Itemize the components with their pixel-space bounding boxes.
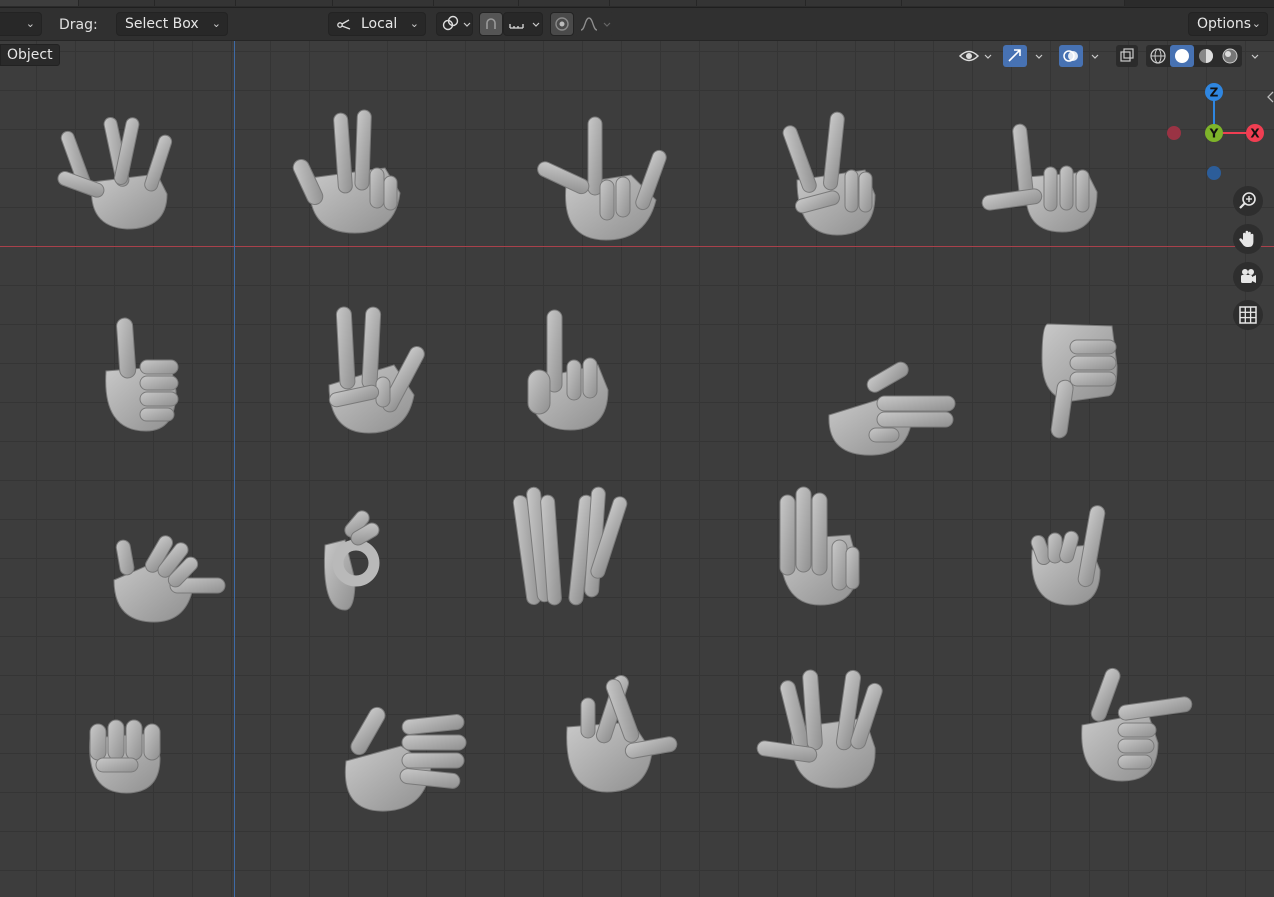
drag-select-value: Select Box xyxy=(125,16,199,32)
hand-model[interactable] xyxy=(292,108,408,238)
workspace-tab[interactable] xyxy=(236,0,333,6)
drag-label: Drag: xyxy=(59,17,98,33)
hand-model[interactable] xyxy=(776,485,861,610)
hand-pan-icon xyxy=(1239,230,1254,247)
mode-badge-label: Object xyxy=(7,47,53,63)
material-shading-icon[interactable] xyxy=(1199,49,1213,63)
hand-model[interactable] xyxy=(525,308,610,433)
hand-model[interactable] xyxy=(825,350,957,458)
workspace-tab[interactable] xyxy=(333,0,434,6)
falloff-curve-icon xyxy=(580,17,611,31)
overlay-toggle[interactable] xyxy=(1058,44,1106,68)
svg-text:X: X xyxy=(1250,127,1260,141)
chevron-down-icon[interactable] xyxy=(1251,54,1259,59)
options-label: Options xyxy=(1197,16,1252,32)
eye-icon xyxy=(958,50,992,62)
hand-model[interactable] xyxy=(1040,320,1120,440)
snap-toggle[interactable] xyxy=(479,12,503,36)
xray-toggle[interactable] xyxy=(1115,44,1139,68)
camera-view-button[interactable] xyxy=(1233,262,1263,292)
snap-increment-icon xyxy=(509,22,540,29)
hand-model[interactable] xyxy=(1028,505,1106,610)
x-axis-line xyxy=(0,246,1274,247)
workspace-tab[interactable] xyxy=(0,0,79,6)
hand-model[interactable] xyxy=(981,122,1102,237)
options-dropdown[interactable]: Options ⌄ xyxy=(1188,12,1268,36)
hand-model[interactable] xyxy=(512,485,634,610)
workspace-tab[interactable] xyxy=(697,0,806,6)
falloff-dropdown[interactable] xyxy=(574,12,614,36)
shading-mode-group xyxy=(1146,44,1268,68)
xray-icon xyxy=(1116,45,1138,67)
overlay-icon xyxy=(1059,45,1099,67)
neg-z-axis-handle xyxy=(1207,166,1221,180)
gizmo-arrow-icon xyxy=(1003,45,1043,67)
sidebar-toggle[interactable] xyxy=(1266,90,1274,104)
navigation-gizmo[interactable]: Z Y X xyxy=(1160,80,1270,190)
rendered-shading-icon[interactable] xyxy=(1222,48,1238,64)
transform-orientation-value: Local xyxy=(361,16,398,32)
hand-model[interactable] xyxy=(86,718,164,796)
workspace-tab[interactable] xyxy=(155,0,236,6)
grid-icon xyxy=(1239,306,1257,324)
svg-text:Y: Y xyxy=(1209,127,1219,141)
workspace-tab[interactable] xyxy=(434,0,519,6)
hand-model[interactable] xyxy=(1078,665,1194,785)
y-axis-handle: Y xyxy=(1205,124,1223,142)
workspace-tab[interactable] xyxy=(79,0,155,6)
camera-icon xyxy=(1241,269,1256,283)
viewport-header: ⌄ Drag: Select Box ⌄ Local ⌄ Options ⌄ xyxy=(0,8,1274,41)
z-axis-handle: Z xyxy=(1205,83,1223,101)
workspace-tab[interactable] xyxy=(610,0,697,6)
hand-model[interactable] xyxy=(782,110,880,238)
snap-icon xyxy=(442,15,471,31)
hand-model[interactable] xyxy=(563,672,681,794)
hand-model[interactable] xyxy=(756,668,883,790)
hand-model[interactable] xyxy=(100,316,185,436)
pivot-local-icon xyxy=(337,19,351,30)
transform-orientation-dropdown[interactable]: Local ⌄ xyxy=(328,12,426,36)
workspace-tab[interactable] xyxy=(519,0,610,6)
proportional-edit-icon xyxy=(555,17,569,31)
solid-shading-icon[interactable] xyxy=(1170,45,1194,67)
drag-select-dropdown[interactable]: Select Box ⌄ xyxy=(116,12,228,36)
y-axis-line xyxy=(234,41,235,897)
neg-x-axis-handle xyxy=(1167,126,1181,140)
hand-model[interactable] xyxy=(324,305,425,435)
hand-model[interactable] xyxy=(536,115,671,243)
gizmo-toggle[interactable] xyxy=(1002,44,1050,68)
chevron-down-icon: ⌄ xyxy=(211,17,221,30)
pivot-point-dropdown[interactable] xyxy=(436,12,473,36)
chevron-down-icon: ⌄ xyxy=(409,17,419,30)
hand-model[interactable] xyxy=(52,112,182,237)
hand-model[interactable] xyxy=(112,530,227,625)
proportional-edit-icon xyxy=(486,18,496,29)
snap-target-dropdown[interactable] xyxy=(503,12,543,36)
perspective-toggle-button[interactable] xyxy=(1233,300,1263,330)
mode-dropdown[interactable]: ⌄ xyxy=(0,12,42,36)
hand-model[interactable] xyxy=(320,505,390,613)
workspace-tab[interactable] xyxy=(806,0,902,6)
chevron-down-icon: ⌄ xyxy=(1251,17,1261,30)
x-axis-handle: X xyxy=(1246,124,1264,142)
pan-button[interactable] xyxy=(1233,224,1263,254)
zoom-icon xyxy=(1239,192,1256,209)
object-mode-badge: Object xyxy=(0,44,60,66)
zoom-button[interactable] xyxy=(1233,186,1263,216)
workspace-tabs xyxy=(0,0,1274,8)
workspace-tab[interactable] xyxy=(902,0,1125,6)
chevron-down-icon: ⌄ xyxy=(25,17,35,30)
hand-model[interactable] xyxy=(342,703,468,815)
proportional-editing-toggle[interactable] xyxy=(550,12,574,36)
svg-text:Z: Z xyxy=(1210,86,1219,100)
visibility-dropdown[interactable] xyxy=(956,44,998,68)
